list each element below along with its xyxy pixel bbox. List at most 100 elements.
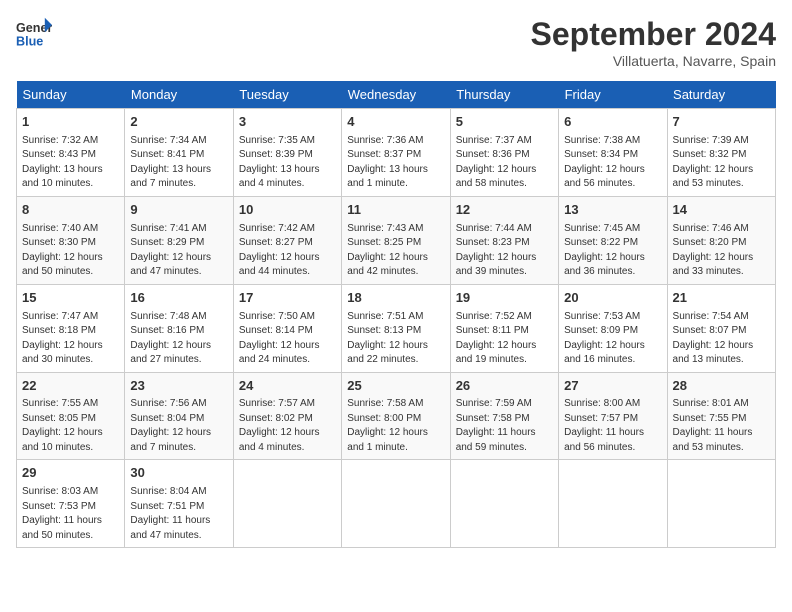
day-number: 25: [347, 377, 444, 396]
day-cell-3: 3 Sunrise: 7:35 AMSunset: 8:39 PMDaylight…: [233, 109, 341, 197]
day-info: Sunrise: 7:48 AMSunset: 8:16 PMDaylight:…: [130, 310, 227, 368]
day-info: Sunrise: 7:52 AMSunset: 8:11 PMDaylight:…: [456, 310, 553, 368]
day-number: 29: [22, 464, 119, 483]
day-info: Sunrise: 8:01 AMSunset: 7:55 PMDaylight:…: [673, 397, 770, 455]
location: Villatuerta, Navarre, Spain: [531, 53, 776, 69]
day-cell-7: 7 Sunrise: 7:39 AMSunset: 8:32 PMDaylight…: [667, 109, 775, 197]
day-info: Sunrise: 7:40 AMSunset: 8:30 PMDaylight:…: [22, 222, 119, 280]
day-number: 26: [456, 377, 553, 396]
weekday-header-tuesday: Tuesday: [233, 81, 341, 109]
day-info: Sunrise: 7:43 AMSunset: 8:25 PMDaylight:…: [347, 222, 444, 280]
day-number: 11: [347, 201, 444, 220]
day-cell-10: 10 Sunrise: 7:42 AMSunset: 8:27 PMDayligh…: [233, 196, 341, 284]
day-cell-2: 2 Sunrise: 7:34 AMSunset: 8:41 PMDaylight…: [125, 109, 233, 197]
day-cell-24: 24Sunrise: 7:57 AMSunset: 8:02 PMDayligh…: [233, 372, 341, 460]
calendar-table: SundayMondayTuesdayWednesdayThursdayFrid…: [16, 81, 776, 548]
day-number: 2: [130, 113, 227, 132]
day-cell-26: 26Sunrise: 7:59 AMSunset: 7:58 PMDayligh…: [450, 372, 558, 460]
day-cell-23: 23Sunrise: 7:56 AMSunset: 8:04 PMDayligh…: [125, 372, 233, 460]
day-number: 16: [130, 289, 227, 308]
day-info: Sunrise: 7:51 AMSunset: 8:13 PMDaylight:…: [347, 310, 444, 368]
day-number: 21: [673, 289, 770, 308]
day-cell-19: 19 Sunrise: 7:52 AMSunset: 8:11 PMDayligh…: [450, 284, 558, 372]
day-cell-18: 18 Sunrise: 7:51 AMSunset: 8:13 PMDayligh…: [342, 284, 450, 372]
day-info: Sunrise: 8:00 AMSunset: 7:57 PMDaylight:…: [564, 397, 661, 455]
day-number: 6: [564, 113, 661, 132]
weekday-header-wednesday: Wednesday: [342, 81, 450, 109]
day-info: Sunrise: 7:34 AMSunset: 8:41 PMDaylight:…: [130, 134, 227, 192]
day-number: 15: [22, 289, 119, 308]
day-cell-15: 15 Sunrise: 7:47 AMSunset: 8:18 PMDayligh…: [17, 284, 125, 372]
empty-cell: [233, 460, 341, 548]
day-info: Sunrise: 7:47 AMSunset: 8:18 PMDaylight:…: [22, 310, 119, 368]
day-number: 18: [347, 289, 444, 308]
week-row-2: 8 Sunrise: 7:40 AMSunset: 8:30 PMDaylight…: [17, 196, 776, 284]
day-number: 22: [22, 377, 119, 396]
day-cell-27: 27Sunrise: 8:00 AMSunset: 7:57 PMDayligh…: [559, 372, 667, 460]
day-number: 19: [456, 289, 553, 308]
day-number: 20: [564, 289, 661, 308]
weekday-header-saturday: Saturday: [667, 81, 775, 109]
day-number: 5: [456, 113, 553, 132]
weekday-header-sunday: Sunday: [17, 81, 125, 109]
day-info: Sunrise: 7:56 AMSunset: 8:04 PMDaylight:…: [130, 397, 227, 455]
day-info: Sunrise: 7:59 AMSunset: 7:58 PMDaylight:…: [456, 397, 553, 455]
day-info: Sunrise: 8:03 AMSunset: 7:53 PMDaylight:…: [22, 485, 119, 543]
day-cell-4: 4 Sunrise: 7:36 AMSunset: 8:37 PMDaylight…: [342, 109, 450, 197]
day-number: 30: [130, 464, 227, 483]
weekday-header-thursday: Thursday: [450, 81, 558, 109]
day-info: Sunrise: 7:57 AMSunset: 8:02 PMDaylight:…: [239, 397, 336, 455]
day-info: Sunrise: 7:41 AMSunset: 8:29 PMDaylight:…: [130, 222, 227, 280]
day-info: Sunrise: 7:58 AMSunset: 8:00 PMDaylight:…: [347, 397, 444, 455]
day-info: Sunrise: 7:54 AMSunset: 8:07 PMDaylight:…: [673, 310, 770, 368]
day-number: 3: [239, 113, 336, 132]
day-info: Sunrise: 7:38 AMSunset: 8:34 PMDaylight:…: [564, 134, 661, 192]
day-info: Sunrise: 7:37 AMSunset: 8:36 PMDaylight:…: [456, 134, 553, 192]
day-info: Sunrise: 7:45 AMSunset: 8:22 PMDaylight:…: [564, 222, 661, 280]
weekday-header-monday: Monday: [125, 81, 233, 109]
day-info: Sunrise: 7:50 AMSunset: 8:14 PMDaylight:…: [239, 310, 336, 368]
day-info: Sunrise: 7:42 AMSunset: 8:27 PMDaylight:…: [239, 222, 336, 280]
day-number: 17: [239, 289, 336, 308]
day-info: Sunrise: 7:39 AMSunset: 8:32 PMDaylight:…: [673, 134, 770, 192]
day-number: 8: [22, 201, 119, 220]
day-info: Sunrise: 7:46 AMSunset: 8:20 PMDaylight:…: [673, 222, 770, 280]
month-title: September 2024: [531, 16, 776, 53]
day-cell-21: 21 Sunrise: 7:54 AMSunset: 8:07 PMDayligh…: [667, 284, 775, 372]
day-cell-22: 22Sunrise: 7:55 AMSunset: 8:05 PMDayligh…: [17, 372, 125, 460]
day-info: Sunrise: 7:32 AMSunset: 8:43 PMDaylight:…: [22, 134, 119, 192]
day-number: 7: [673, 113, 770, 132]
day-cell-1: 1 Sunrise: 7:32 AMSunset: 8:43 PMDaylight…: [17, 109, 125, 197]
day-info: Sunrise: 8:04 AMSunset: 7:51 PMDaylight:…: [130, 485, 227, 543]
day-number: 13: [564, 201, 661, 220]
day-cell-12: 12Sunrise: 7:44 AMSunset: 8:23 PMDayligh…: [450, 196, 558, 284]
day-cell-30: 30 Sunrise: 8:04 AMSunset: 7:51 PMDayligh…: [125, 460, 233, 548]
day-number: 1: [22, 113, 119, 132]
day-number: 28: [673, 377, 770, 396]
weekday-header-friday: Friday: [559, 81, 667, 109]
day-cell-20: 20 Sunrise: 7:53 AMSunset: 8:09 PMDayligh…: [559, 284, 667, 372]
empty-cell: [559, 460, 667, 548]
day-cell-16: 16 Sunrise: 7:48 AMSunset: 8:16 PMDayligh…: [125, 284, 233, 372]
svg-text:Blue: Blue: [16, 35, 43, 49]
day-cell-28: 28Sunrise: 8:01 AMSunset: 7:55 PMDayligh…: [667, 372, 775, 460]
day-number: 23: [130, 377, 227, 396]
week-row-5: 29 Sunrise: 8:03 AMSunset: 7:53 PMDayligh…: [17, 460, 776, 548]
day-info: Sunrise: 7:35 AMSunset: 8:39 PMDaylight:…: [239, 134, 336, 192]
day-cell-5: 5 Sunrise: 7:37 AMSunset: 8:36 PMDaylight…: [450, 109, 558, 197]
day-number: 14: [673, 201, 770, 220]
logo-icon: General Blue: [16, 16, 52, 52]
day-number: 4: [347, 113, 444, 132]
day-cell-8: 8 Sunrise: 7:40 AMSunset: 8:30 PMDaylight…: [17, 196, 125, 284]
day-number: 9: [130, 201, 227, 220]
empty-cell: [450, 460, 558, 548]
day-info: Sunrise: 7:55 AMSunset: 8:05 PMDaylight:…: [22, 397, 119, 455]
day-info: Sunrise: 7:53 AMSunset: 8:09 PMDaylight:…: [564, 310, 661, 368]
logo: General Blue: [16, 16, 52, 52]
title-block: September 2024 Villatuerta, Navarre, Spa…: [531, 16, 776, 69]
page-header: General Blue September 2024 Villatuerta,…: [16, 16, 776, 69]
day-cell-14: 14 Sunrise: 7:46 AMSunset: 8:20 PMDayligh…: [667, 196, 775, 284]
day-cell-6: 6 Sunrise: 7:38 AMSunset: 8:34 PMDaylight…: [559, 109, 667, 197]
day-info: Sunrise: 7:36 AMSunset: 8:37 PMDaylight:…: [347, 134, 444, 192]
day-number: 10: [239, 201, 336, 220]
